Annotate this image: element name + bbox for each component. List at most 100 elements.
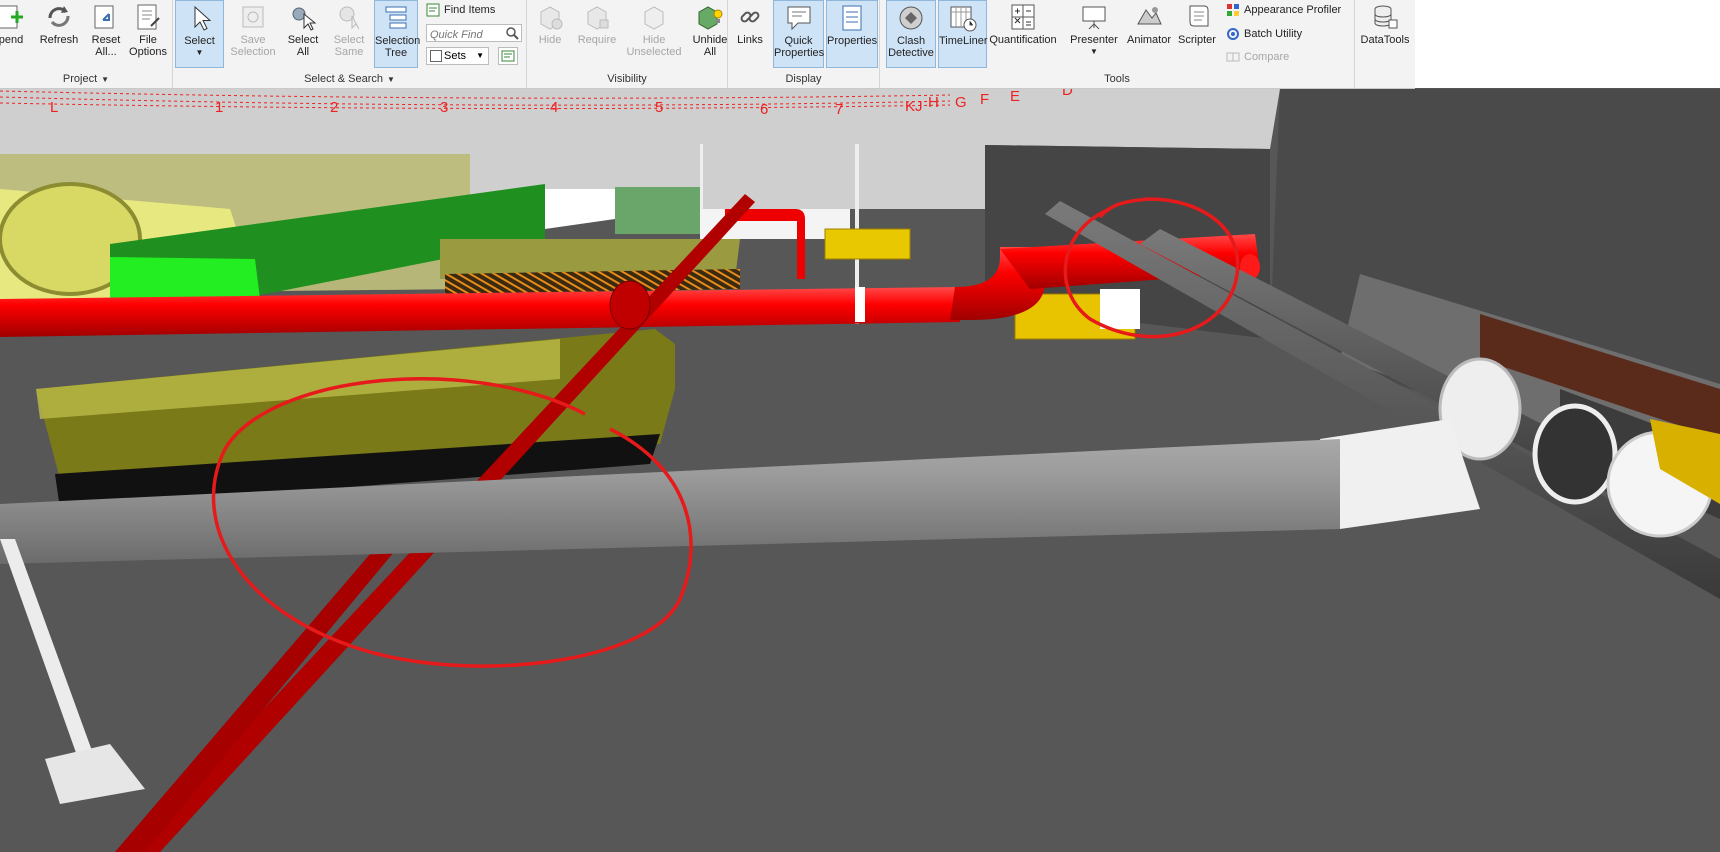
refresh-button[interactable]: Refresh xyxy=(36,0,82,46)
hide-unselected-icon xyxy=(639,2,669,32)
select-button[interactable]: Select ▼ xyxy=(175,0,224,68)
scripter-button[interactable]: Scripter xyxy=(1175,0,1219,46)
grid-label: E xyxy=(1010,89,1020,105)
quick-find-field[interactable] xyxy=(426,24,522,45)
cursor-icon xyxy=(185,3,215,33)
quick-properties-label-2: Properties xyxy=(774,47,825,59)
3d-viewport[interactable]: L 1 2 3 4 5 6 7 KJHGF E D xyxy=(0,89,1720,852)
animator-button[interactable]: Animator xyxy=(1126,0,1172,46)
select-all-icon xyxy=(288,2,318,32)
compare-label: Compare xyxy=(1244,51,1290,63)
find-items-label: Find Items xyxy=(444,4,496,16)
clash-detective-label-1: Clash xyxy=(896,35,926,47)
quantification-button[interactable]: Quantification xyxy=(988,0,1058,46)
hide-button[interactable]: Hide xyxy=(530,0,570,46)
file-options-label-1: File xyxy=(139,34,157,46)
datatools-button[interactable]: DataTools xyxy=(1357,0,1413,46)
select-same-button[interactable]: Select Same xyxy=(329,0,369,58)
scene-canvas[interactable]: L 1 2 3 4 5 6 7 KJHGF E D xyxy=(0,89,1720,852)
yellow-valve[interactable] xyxy=(824,228,911,260)
search-icon[interactable] xyxy=(505,26,519,45)
scripter-label: Scripter xyxy=(1178,34,1216,46)
clash-detective-icon xyxy=(896,3,926,33)
project-group-label-text: Project xyxy=(62,73,98,85)
grid-label: 5 xyxy=(655,99,663,116)
select-search-group-label[interactable]: Select & Search ▼ xyxy=(173,72,526,86)
database-icon xyxy=(1370,2,1400,32)
datatools-group: DataTools xyxy=(1355,0,1415,88)
presenter-button[interactable]: Presenter ▼ xyxy=(1066,0,1122,58)
links-button[interactable]: Links xyxy=(731,0,769,46)
visibility-group: Hide Require Hide Unselected Unhide All … xyxy=(527,0,728,88)
display-group: Links Quick Properties Properties Displa… xyxy=(728,0,880,88)
grid-label: J xyxy=(915,98,923,115)
append-icon xyxy=(0,2,26,32)
select-all-label-2: All xyxy=(296,46,310,58)
selection-tree-label-1: Selection xyxy=(375,35,421,47)
unhide-all-button[interactable]: Unhide All xyxy=(687,0,733,58)
chevron-down-icon: ▼ xyxy=(101,75,110,84)
save-selection-label-1: Save xyxy=(240,34,266,46)
select-all-button[interactable]: Select All xyxy=(281,0,325,58)
select-search-group: Select ▼ Save Selection Select All Selec… xyxy=(173,0,527,88)
reset-all-icon xyxy=(91,2,121,32)
append-button[interactable]: pend xyxy=(0,0,26,46)
batch-utility-icon xyxy=(1226,27,1240,41)
sets-icon xyxy=(430,50,442,63)
quick-properties-label-1: Quick xyxy=(784,35,813,47)
sets-dropdown[interactable]: Sets ▼ xyxy=(426,47,489,65)
manage-sets-button[interactable] xyxy=(498,47,518,65)
find-items-button[interactable]: Find Items xyxy=(426,0,495,20)
append-label: pend xyxy=(0,34,24,46)
chevron-down-icon: ▼ xyxy=(195,48,204,57)
properties-button[interactable]: Properties xyxy=(826,0,878,68)
file-options-button[interactable]: File Options xyxy=(128,0,168,58)
select-search-group-label-text: Select & Search xyxy=(304,73,383,85)
timeliner-button[interactable]: TimeLiner xyxy=(938,0,988,68)
presenter-icon xyxy=(1079,2,1109,32)
green-box xyxy=(615,187,700,234)
grid-label: 4 xyxy=(550,99,558,116)
reset-all-button[interactable]: Reset All... xyxy=(86,0,126,58)
timeliner-icon xyxy=(948,3,978,33)
grid-label: L xyxy=(50,99,58,116)
grid-label: 7 xyxy=(835,101,843,118)
selection-tree-icon xyxy=(381,3,411,33)
grid-label: G xyxy=(955,94,967,111)
tools-group: Clash Detective TimeLiner Quantification… xyxy=(880,0,1355,88)
grid-label: F xyxy=(980,91,989,108)
compare-button[interactable]: Compare xyxy=(1226,47,1289,67)
selection-tree-button[interactable]: Selection Tree xyxy=(374,0,421,68)
chevron-down-icon: ▼ xyxy=(386,75,395,84)
appearance-profiler-button[interactable]: Appearance Profiler xyxy=(1226,0,1341,20)
grid-label: H xyxy=(928,94,939,111)
project-group-label[interactable]: Project ▼ xyxy=(0,72,172,86)
save-selection-icon xyxy=(238,2,268,32)
clash-detective-button[interactable]: Clash Detective xyxy=(886,0,936,68)
pipe-flange xyxy=(609,280,651,330)
quick-find-input[interactable] xyxy=(427,27,507,43)
hide-unselected-label-1: Hide xyxy=(642,34,666,46)
ribbon: pend Refresh Reset All... File Options P… xyxy=(0,0,1415,89)
require-label: Require xyxy=(577,34,617,46)
batch-utility-button[interactable]: Batch Utility xyxy=(1226,24,1302,44)
hide-unselected-button[interactable]: Hide Unselected xyxy=(624,0,684,58)
reset-all-label-1: Reset xyxy=(91,34,121,46)
require-button[interactable]: Require xyxy=(573,0,621,46)
ribbon-blank-area xyxy=(1415,0,1720,88)
file-options-icon xyxy=(133,2,163,32)
quick-properties-icon xyxy=(784,3,814,33)
quick-properties-button[interactable]: Quick Properties xyxy=(773,0,824,68)
animator-label: Animator xyxy=(1126,34,1172,46)
white-fitting xyxy=(1532,403,1618,505)
chevron-down-icon: ▼ xyxy=(1090,47,1098,56)
links-label: Links xyxy=(737,34,763,46)
save-selection-label-2: Selection xyxy=(230,46,276,58)
links-icon xyxy=(735,2,765,32)
save-selection-button[interactable]: Save Selection xyxy=(228,0,278,58)
display-group-label: Display xyxy=(785,73,822,85)
grid-label: D xyxy=(1062,89,1073,99)
scripter-icon xyxy=(1182,2,1212,32)
batch-utility-label: Batch Utility xyxy=(1244,28,1303,40)
file-options-label-2: Options xyxy=(129,46,167,58)
